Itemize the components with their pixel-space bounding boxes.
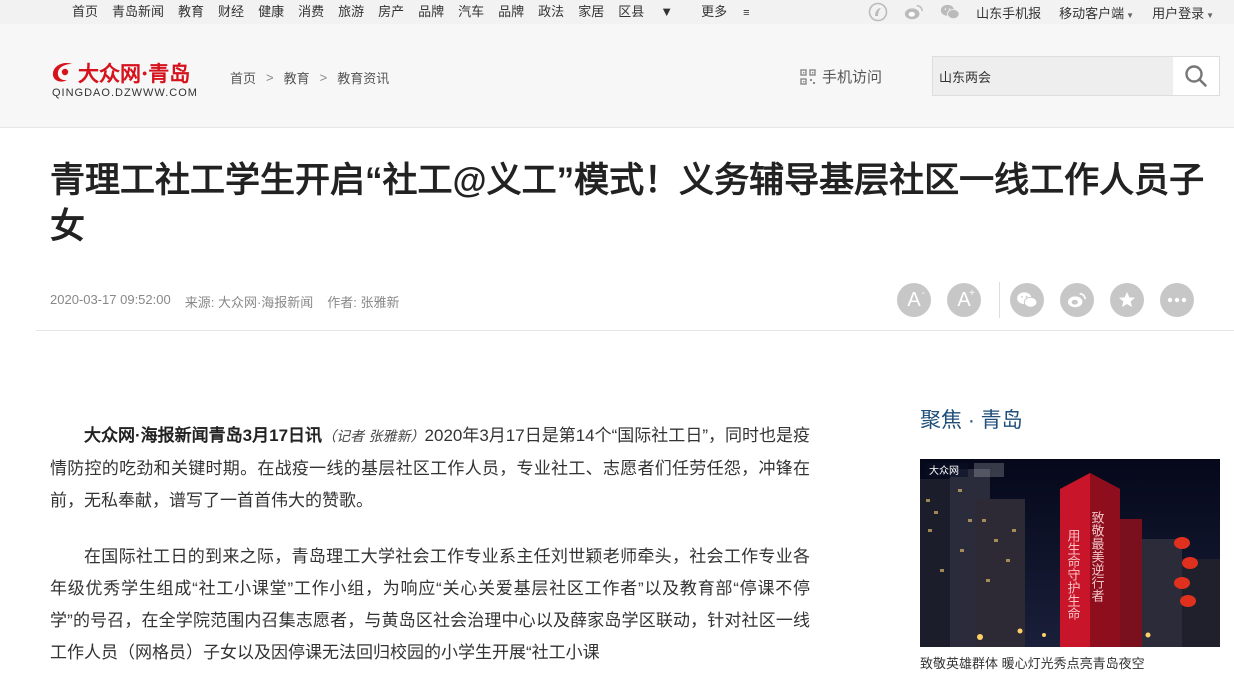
article-paragraph: 大众网·海报新闻青岛3月17日讯（记者 张雅新）2020年3月17日是第14个“… <box>50 420 810 517</box>
article-body: 大众网·海报新闻青岛3月17日讯（记者 张雅新）2020年3月17日是第14个“… <box>50 420 810 680</box>
logo-mark-icon <box>52 63 72 82</box>
user-login-link[interactable]: 用户登录 ▼ <box>1152 3 1214 22</box>
nav-item-more-label: 更多 <box>701 3 728 19</box>
mobile-client-label: 移动客户端 <box>1059 5 1125 21</box>
user-login-label: 用户登录 <box>1152 5 1205 21</box>
tools-divider <box>999 282 1000 318</box>
more-button[interactable] <box>1160 283 1194 317</box>
article-meta: 2020-03-17 09:52:00 来源: 大众网·海报新闻 作者: 张雅新 <box>50 292 414 311</box>
font-increase-button[interactable]: A + <box>947 283 981 317</box>
nav-item-home-furnishing[interactable]: 家居 <box>578 0 604 24</box>
search-box <box>932 56 1220 96</box>
logo-subtitle: QINGDAO.DZWWW.COM <box>52 87 198 99</box>
nav-item-home[interactable]: 首页 <box>72 0 98 24</box>
wechat-icon[interactable] <box>940 2 960 22</box>
top-nav-bar: 首页 青岛新闻 教育 财经 健康 消费 旅游 房产 品牌 汽车 品牌 政法 家居… <box>0 0 1234 24</box>
logo-text: 大众网·青岛 <box>78 61 191 86</box>
search-icon <box>1185 65 1207 87</box>
nav-item-realestate[interactable]: 房产 <box>378 0 404 24</box>
svg-text:大众网: 大众网 <box>929 464 959 477</box>
focus-section-title: 聚焦 · 青岛 <box>920 409 1023 432</box>
chevron-down-icon: ▼ <box>1206 10 1214 20</box>
wechat-share-button[interactable] <box>1010 283 1044 317</box>
nav-item-law[interactable]: 政法 <box>538 0 564 24</box>
favorite-button[interactable] <box>1110 283 1144 317</box>
qr-code-icon <box>800 68 816 85</box>
breadcrumb-separator: > <box>266 70 274 85</box>
site-logo[interactable]: 大众网·青岛 QINGDAO.DZWWW.COM <box>50 58 210 102</box>
nav-item-districts[interactable]: 区县 ▼ <box>618 0 687 24</box>
mobile-client-link[interactable]: 移动客户端 ▼ <box>1059 3 1134 22</box>
nav-item-health[interactable]: 健康 <box>258 0 284 24</box>
svg-text:用生命守护生命: 用生命守护生命 <box>1065 529 1081 620</box>
nav-item-brand[interactable]: 品牌 <box>418 0 444 24</box>
article-reporter: （记者 张雅新） <box>322 429 425 445</box>
nav-item-auto[interactable]: 汽车 <box>458 0 484 24</box>
article-author: 作者: 张雅新 <box>327 295 400 310</box>
font-decrease-button[interactable]: A- <box>897 283 931 317</box>
font-decrease-sign: - <box>921 288 925 299</box>
weibo-icon[interactable] <box>904 2 924 22</box>
search-button[interactable] <box>1173 57 1219 95</box>
top-right-links: 山东手机报 移动客户端 ▼ 用户登录 ▼ <box>868 0 1214 24</box>
focus-image[interactable]: 用生命守护生命 致敬最美逆行者 大众网 <box>920 459 1220 647</box>
nav-item-qingdao-news[interactable]: 青岛新闻 <box>112 0 164 24</box>
breadcrumb-separator: > <box>319 70 328 85</box>
chevron-down-icon: ▼ <box>660 4 674 19</box>
article-title: 青理工社工学生开启“社工@义工”模式！义务辅导基层社区一线工作人员子女 <box>50 161 1205 246</box>
menu-icon: ≡ <box>743 6 750 19</box>
site-header: 大众网·青岛 QINGDAO.DZWWW.COM 首页 > 教育 > 教育资讯 … <box>0 24 1234 128</box>
nav-item-education[interactable]: 教育 <box>178 0 204 24</box>
mobile-visit-button[interactable]: 手机访问 <box>800 66 882 87</box>
breadcrumb: 首页 > 教育 > 教育资讯 <box>230 68 389 87</box>
svg-text:致敬最美逆行者: 致敬最美逆行者 <box>1089 511 1105 603</box>
nav-item-districts-label: 区县 <box>618 4 645 19</box>
weibo-share-button[interactable] <box>1060 283 1094 317</box>
article-paragraph-2: 在国际社工日的到来之际，青岛理工大学社会工作专业系主任刘世颖老师牵头，社会工作专… <box>50 547 810 662</box>
app-icon[interactable] <box>868 2 888 22</box>
shandong-mobile-paper-link[interactable]: 山东手机报 <box>976 3 1041 22</box>
nav-item-more[interactable]: 更多 ≡ <box>701 0 763 25</box>
nav-item-consumer[interactable]: 消费 <box>298 0 324 24</box>
nav-item-brand-2[interactable]: 品牌 <box>498 0 524 24</box>
meta-divider <box>36 330 1234 331</box>
mobile-visit-label: 手机访问 <box>822 69 883 86</box>
focus-caption-link[interactable]: 致敬英雄群体 暖心灯光秀点亮青岛夜空 <box>920 653 1145 672</box>
top-nav-links: 首页 青岛新闻 教育 财经 健康 消费 旅游 房产 品牌 汽车 品牌 政法 家居… <box>72 0 778 24</box>
breadcrumb-education-news[interactable]: 教育资讯 <box>337 68 389 87</box>
weibo-share-icon <box>1068 292 1086 308</box>
article-source: 来源: 大众网·海报新闻 <box>184 295 314 310</box>
font-decrease-label: A <box>907 288 921 311</box>
article-date: 2020-03-17 09:52:00 <box>50 292 171 307</box>
search-input[interactable] <box>933 57 1173 95</box>
font-increase-sign: + <box>969 288 975 299</box>
breadcrumb-home[interactable]: 首页 <box>230 68 256 87</box>
nav-item-travel[interactable]: 旅游 <box>338 0 364 24</box>
nav-item-finance[interactable]: 财经 <box>218 0 244 24</box>
city-night-photo: 用生命守护生命 致敬最美逆行者 大众网 <box>920 459 1220 647</box>
more-icon <box>1167 297 1187 303</box>
breadcrumb-education[interactable]: 教育 <box>284 68 310 87</box>
favorite-star-icon <box>1119 292 1135 307</box>
wechat-share-icon <box>1017 292 1038 308</box>
article-tools: A- A + <box>897 278 1210 322</box>
chevron-down-icon: ▼ <box>1126 10 1135 20</box>
article-lead: 大众网·海报新闻青岛3月17日讯 <box>84 426 323 445</box>
